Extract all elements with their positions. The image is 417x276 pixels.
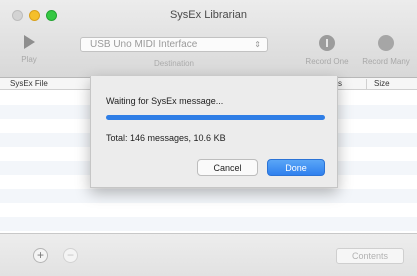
remove-button[interactable]: − — [63, 248, 78, 263]
window-title: SysEx Librarian — [169, 9, 248, 21]
progress-bar-fill — [106, 115, 325, 120]
play-icon — [23, 35, 35, 49]
chevron-up-down-icon: ⇕ — [254, 40, 261, 49]
record-one-button[interactable]: Record One — [296, 35, 358, 66]
record-many-icon — [378, 35, 394, 51]
destination-select[interactable]: USB Uno MIDI Interface ⇕ — [80, 37, 268, 52]
record-one-icon — [319, 35, 335, 51]
play-button[interactable]: Play — [14, 35, 44, 64]
column-header-size[interactable]: Size — [374, 78, 390, 89]
destination-value: USB Uno MIDI Interface — [90, 39, 198, 50]
play-label: Play — [21, 55, 37, 64]
record-many-button[interactable]: Record Many — [354, 35, 417, 66]
list-row-empty — [0, 203, 417, 217]
column-divider[interactable] — [366, 79, 367, 89]
cancel-button[interactable]: Cancel — [197, 159, 258, 176]
record-many-label: Record Many — [362, 57, 410, 66]
column-header-messages[interactable]: s — [338, 78, 342, 89]
contents-button[interactable]: Contents — [336, 248, 404, 264]
done-button[interactable]: Done — [267, 159, 325, 176]
bottom-bar: + − Contents — [0, 233, 417, 276]
column-header-sysex-file[interactable]: SysEx File — [10, 78, 48, 89]
waiting-message: Waiting for SysEx message... — [106, 96, 224, 106]
progress-bar — [106, 115, 325, 120]
add-button[interactable]: + — [33, 248, 48, 263]
list-row-empty — [0, 189, 417, 203]
list-row-empty — [0, 217, 417, 231]
total-summary: Total: 146 messages, 10.6 KB — [106, 133, 226, 143]
title-bar: SysEx Librarian Play USB Uno MIDI Interf… — [0, 0, 417, 78]
waiting-sheet-dialog: Waiting for SysEx message... Total: 146 … — [90, 76, 338, 188]
record-one-label: Record One — [305, 57, 349, 66]
destination-label: Destination — [153, 59, 195, 68]
